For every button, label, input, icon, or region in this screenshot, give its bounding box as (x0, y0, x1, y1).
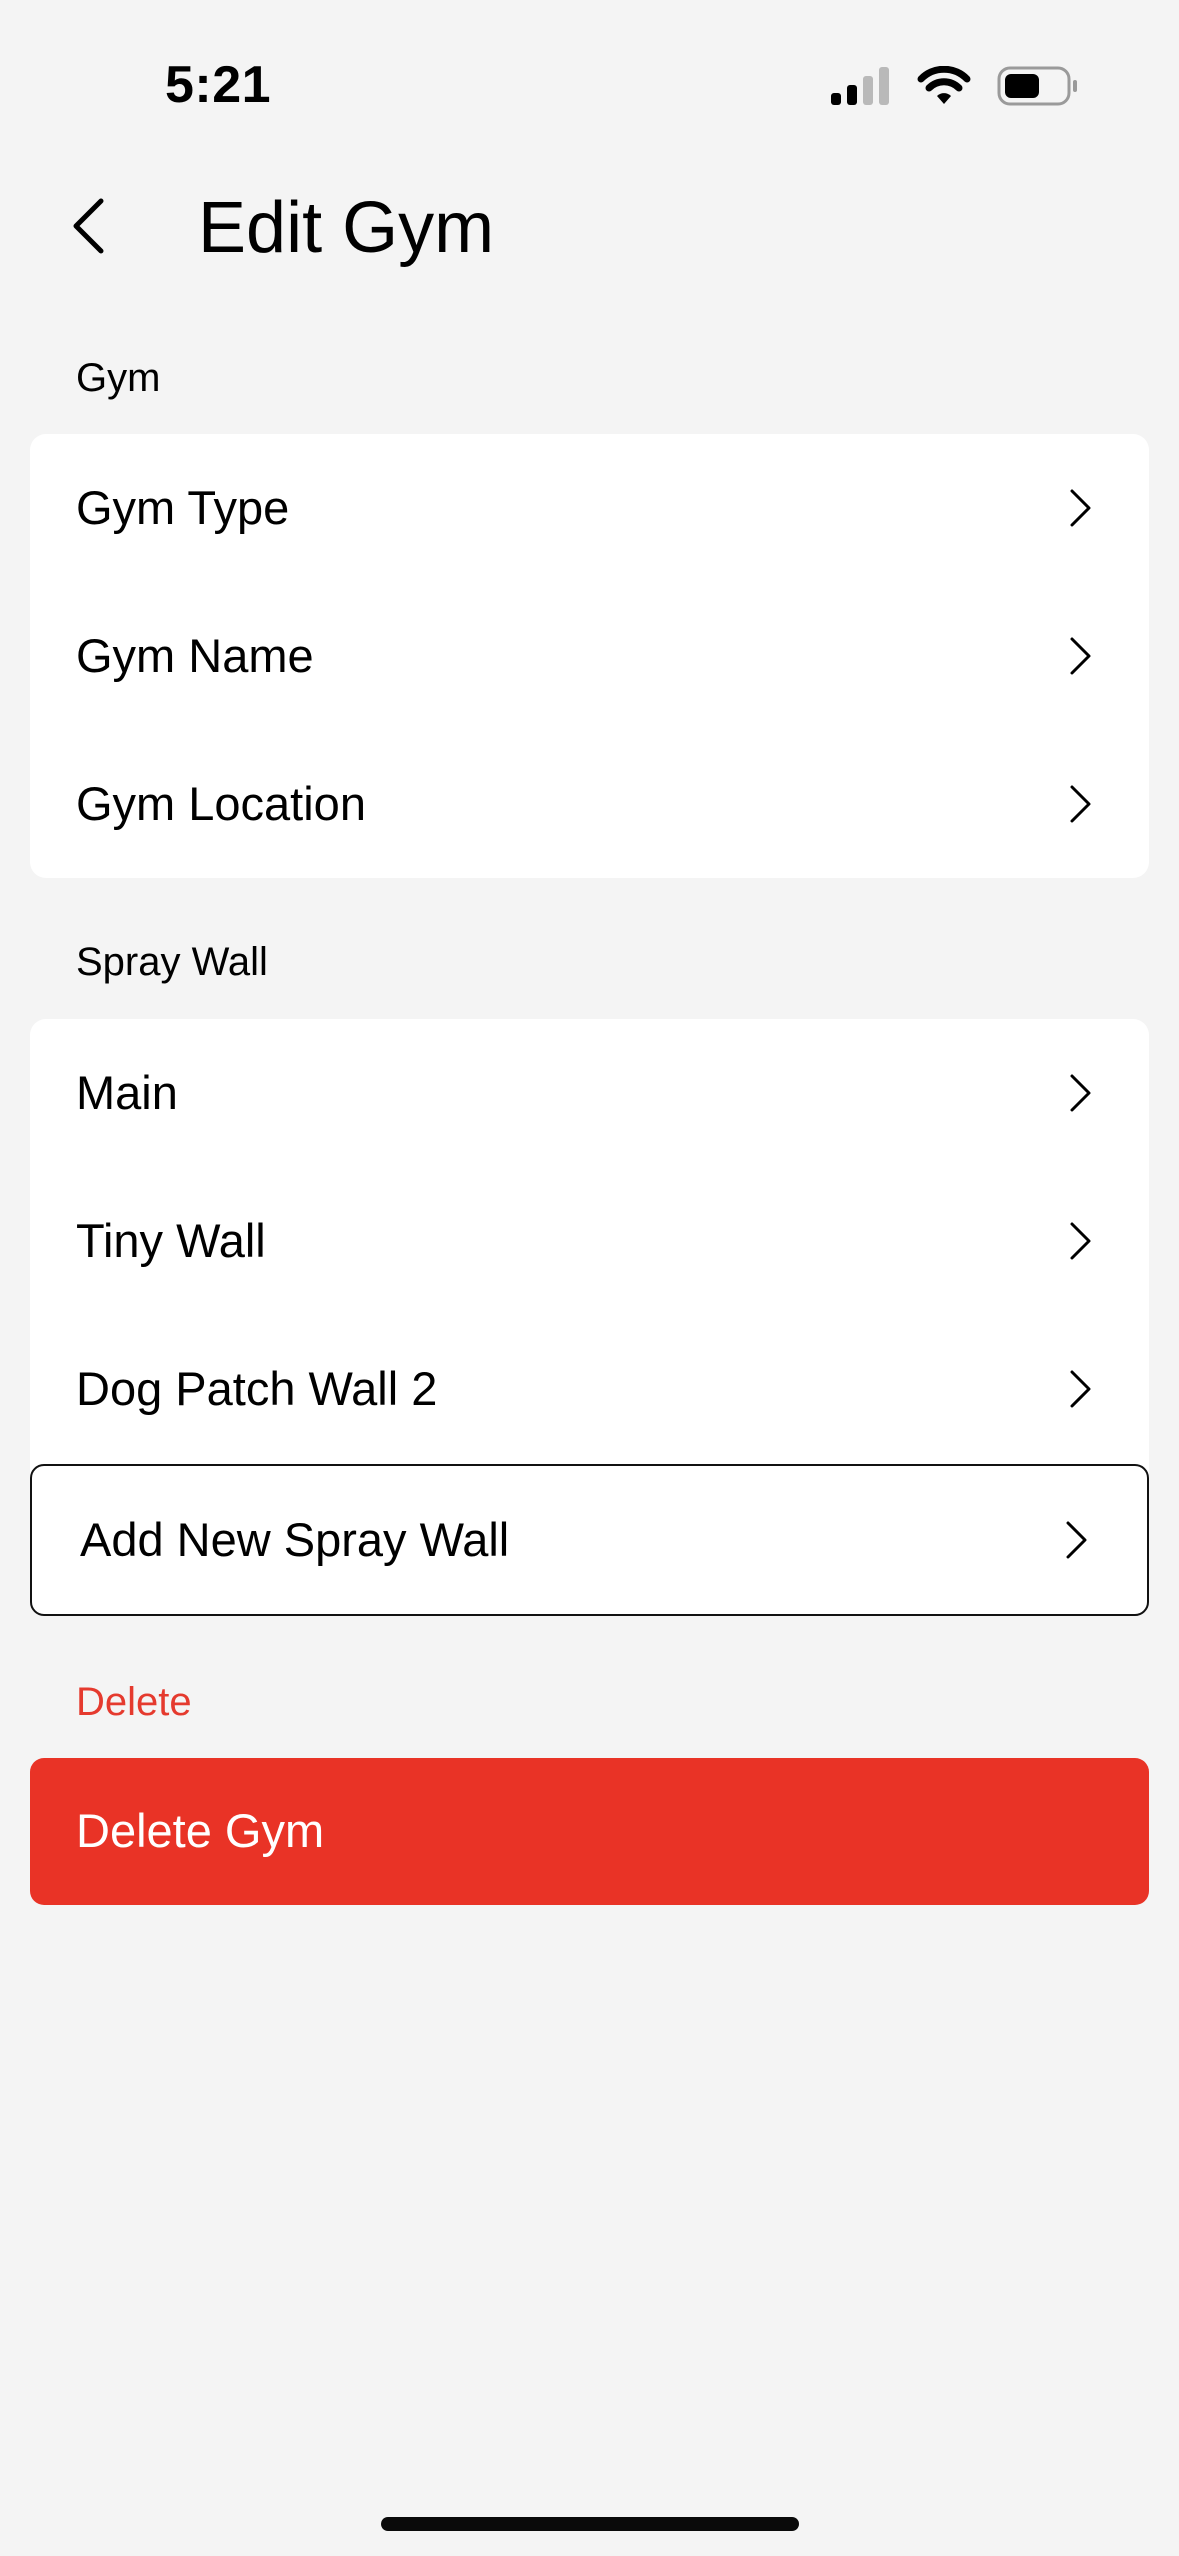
chevron-right-icon (1066, 1521, 1087, 1559)
chevron-right-icon (1070, 1222, 1091, 1260)
chevron-left-icon (73, 198, 104, 254)
chevron-right-icon (1070, 1074, 1091, 1112)
battery-icon (997, 66, 1077, 106)
gym-location-row[interactable]: Gym Location (30, 730, 1149, 878)
chevron-right-icon (1070, 1370, 1091, 1408)
section-label-gym: Gym (76, 356, 161, 400)
section-label-delete: Delete (76, 1680, 192, 1724)
gym-name-label: Gym Name (76, 629, 314, 682)
spray-wall-label: Main (76, 1066, 178, 1119)
add-new-spray-wall-button[interactable]: Add New Spray Wall (30, 1464, 1149, 1616)
spray-wall-label: Tiny Wall (76, 1214, 266, 1267)
spray-wall-row-dog-patch-wall-2[interactable]: Dog Patch Wall 2 (30, 1315, 1149, 1463)
status-time: 5:21 (165, 56, 272, 114)
chevron-right-icon (1070, 489, 1091, 527)
spray-wall-card: Main Tiny Wall Dog Patch Wall 2 (30, 1019, 1149, 1489)
section-label-spray-wall: Spray Wall (76, 940, 268, 984)
page-title: Edit Gym (198, 188, 495, 268)
wifi-icon (917, 66, 971, 104)
add-new-spray-wall-label: Add New Spray Wall (80, 1513, 510, 1566)
gym-location-label: Gym Location (76, 777, 366, 830)
chevron-right-icon (1070, 785, 1091, 823)
spray-wall-label: Dog Patch Wall 2 (76, 1362, 438, 1415)
spray-wall-row-tiny-wall[interactable]: Tiny Wall (30, 1167, 1149, 1315)
status-icons (829, 62, 1079, 110)
back-button[interactable] (58, 190, 118, 262)
home-indicator (381, 2517, 799, 2531)
delete-gym-button[interactable]: Delete Gym (30, 1758, 1149, 1905)
delete-gym-label: Delete Gym (76, 1804, 325, 1857)
chevron-right-icon (1070, 637, 1091, 675)
gym-type-row[interactable]: Gym Type (30, 434, 1149, 582)
cellular-signal-icon (831, 67, 889, 105)
spray-wall-row-main[interactable]: Main (30, 1019, 1149, 1167)
gym-name-row[interactable]: Gym Name (30, 582, 1149, 730)
gym-type-label: Gym Type (76, 481, 290, 534)
gym-settings-card: Gym Type Gym Name Gym Location (30, 434, 1149, 878)
